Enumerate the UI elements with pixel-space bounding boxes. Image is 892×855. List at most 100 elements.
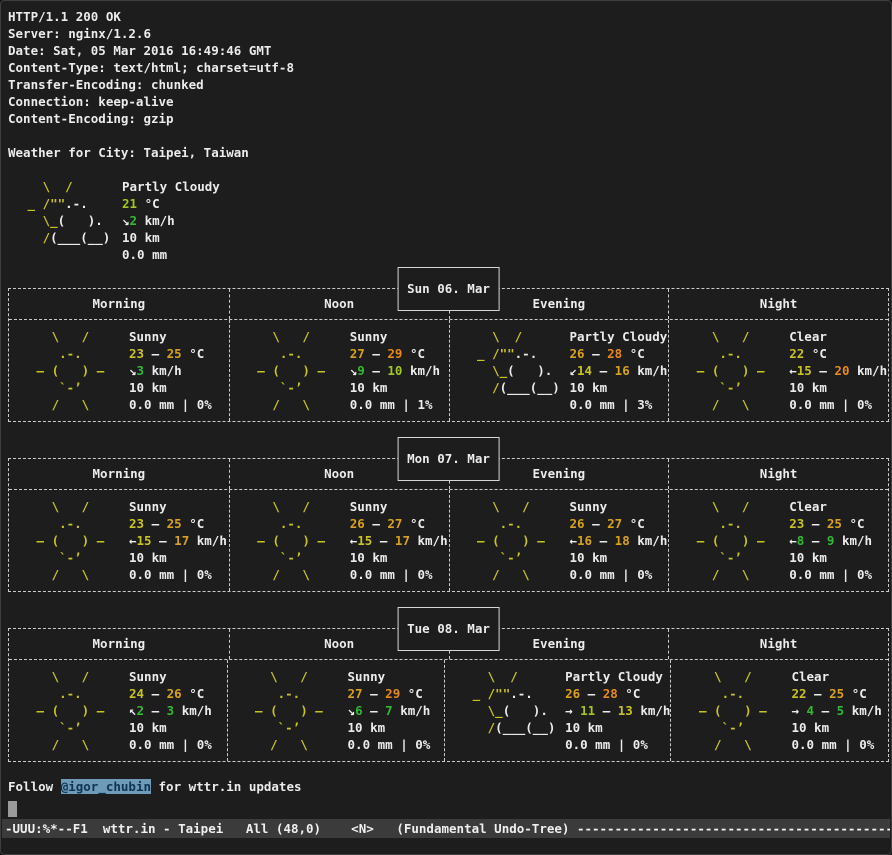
reading-line: Clear [791,668,881,685]
date-tab: Tue 08. Mar [397,607,500,651]
reading-line: Sunny [129,668,212,685]
reading-line: 22 – 25 °C [791,685,881,702]
forecast-cell: \ / _ /"".-. \_( ). /(___(__) Partly Clo… [444,660,670,761]
reading-line: Sunny [348,668,431,685]
reading-line: 0.0 mm | 0% [350,566,448,583]
reading-line: 10 km [129,549,227,566]
sunny-icon: \ / .-. ― ( ) ― `-’ / \ [689,498,781,583]
reading-line: 0.0 mm | 0% [570,566,668,583]
cursor-line [8,801,891,818]
reading-line: 10 km [350,549,448,566]
reading-line: 26 – 28 °C [570,345,668,362]
reading-line: ↖2 – 3 km/h [129,702,212,719]
reading-line: Partly Cloudy [570,328,668,345]
date-tab-label: Mon 07. Mar [407,451,490,466]
forecast-cell: \ / .-. ― ( ) ― `-’ / \ Clear22 °C←15 – … [668,320,888,421]
reading-line: Sunny [350,498,448,515]
reading-line: Partly Cloudy [122,178,220,195]
reading-line: 0.0 mm | 0% [565,736,670,753]
forecast-cell: \ / .-. ― ( ) ― `-’ / \ Sunny27 – 29 °C↘… [227,660,445,761]
period-header-morning: Morning [9,629,229,659]
reading-line: ←15 – 17 km/h [350,532,448,549]
reading-line: 10 km [570,549,668,566]
cell-readings: Clear22 – 25 °C→ 4 – 5 km/h10 km0.0 mm |… [791,668,881,753]
location-line: Weather for City: Taipei, Taiwan [8,144,891,161]
reading-line: Sunny [129,498,227,515]
reading-line: 10 km [129,379,212,396]
reading-line: 0.0 mm | 0% [129,736,212,753]
sunny-icon: \ / .-. ― ( ) ― `-’ / \ [29,668,121,753]
reading-line: 10 km [791,719,881,736]
forecast-cell: \ / .-. ― ( ) ― `-’ / \ Clear22 – 25 °C→… [670,660,888,761]
sunny-icon: \ / .-. ― ( ) ― `-’ / \ [250,498,342,583]
forecast-days: Sun 06. Mar MorningNoonEveningNight \ / … [8,288,891,762]
partly-cloudy-icon: \ / _ /"".-. \_( ). /(___(__) [465,668,557,753]
cell-readings: Clear23 – 25 °C←8 – 9 km/h10 km0.0 mm | … [789,498,872,583]
reading-line: → 11 – 13 km/h [565,702,670,719]
period-header-night: Night [668,289,888,319]
reading-line: 24 – 26 °C [129,685,212,702]
reading-line: ↘6 – 7 km/h [348,702,431,719]
partly-cloudy-icon: \ / _ /"".-. \_( ). /(___(__) [470,328,562,413]
reading-line: 10 km [348,719,431,736]
reading-line: 27 – 29 °C [350,345,440,362]
reading-line: 10 km [129,719,212,736]
twitter-handle-link[interactable]: @igor_chubin [61,779,151,794]
day-section: Mon 07. Mar MorningNoonEveningNight \ / … [8,458,889,592]
cell-readings: Sunny27 – 29 °C↘6 – 7 km/h10 km0.0 mm | … [348,668,431,753]
period-body-row: \ / .-. ― ( ) ― `-’ / \ Sunny24 – 26 °C↖… [9,660,888,761]
sunny-icon: \ / .-. ― ( ) ― `-’ / \ [691,668,783,753]
reading-line: ↘9 – 10 km/h [350,362,440,379]
sunny-icon: \ / .-. ― ( ) ― `-’ / \ [29,328,121,413]
http-response-headers: HTTP/1.1 200 OK Server: nginx/1.2.6 Date… [8,8,891,127]
reading-line: ←16 – 18 km/h [570,532,668,549]
period-body-row: \ / .-. ― ( ) ― `-’ / \ Sunny 23 – 25 °C ↘… [9,320,888,421]
partly-cloudy-icon: \ / _ /"".-. \_( ). /(___(__) [20,178,112,263]
reading-line: Sunny [350,328,440,345]
reading-line: 0.0 mm | 0% [789,566,872,583]
reading-line: 0.0 mm | 0% [789,396,887,413]
reading-line: 26 – 28 °C [565,685,670,702]
forecast-cell: \ / .-. ― ( ) ― `-’ / \ Sunny26 – 27 °C←… [449,490,669,591]
forecast-cell: \ / .-. ― ( ) ― `-’ / \ Sunny26 – 27 °C←… [229,490,449,591]
reading-line: 0.0 mm | 0% [791,736,881,753]
reading-line: 10 km [122,229,220,246]
sunny-icon: \ / .-. ― ( ) ― `-’ / \ [248,668,340,753]
cell-readings: Partly Cloudy26 – 28 °C↙14 – 16 km/h10 k… [570,328,668,413]
reading-line: 0.0 mm [122,246,220,263]
reading-line: 26 – 27 °C [350,515,448,532]
reading-line: 22 °C [789,345,887,362]
sunny-icon: \ / .-. ― ( ) ― `-’ / \ [29,498,121,583]
current-readings: Partly Cloudy21 °C↘2 km/h10 km0.0 mm [122,178,220,263]
reading-line: 26 – 27 °C [570,515,668,532]
period-header-morning: Morning [9,289,229,319]
sunny-icon: \ / .-. ― ( ) ― `-’ / \ [470,498,562,583]
reading-line: 0.0 mm | 1% [350,396,440,413]
reading-line: ←15 – 17 km/h [129,532,227,549]
terminal-cursor[interactable] [8,801,17,817]
cell-readings: Sunny26 – 27 °C←16 – 18 km/h10 km0.0 mm … [570,498,668,583]
date-tab: Mon 07. Mar [397,437,500,481]
reading-line: Clear [789,328,887,345]
reading-line: 27 – 29 °C [348,685,431,702]
reading-line: 0.0 mm | 3% [570,396,668,413]
reading-line: Sunny [570,498,668,515]
cell-readings: Sunny26 – 27 °C←15 – 17 km/h10 km0.0 mm … [350,498,448,583]
date-tab: Sun 06. Mar [397,267,500,311]
reading-line: 0.0 mm | 0% [129,566,227,583]
reading-line: Clear [789,498,872,515]
cell-readings: Partly Cloudy26 – 28 °C→ 11 – 13 km/h10 … [565,668,670,753]
current-conditions: \ / _ /"".-. \_( ). /(___(__) Partly Clo… [8,178,891,263]
reading-line: ↙14 – 16 km/h [570,362,668,379]
reading-line: 0.0 mm | 0% [129,396,212,413]
forecast-cell: \ / .-. ― ( ) ― `-’ / \ Sunny23 – 25 °C←… [9,490,229,591]
follow-prefix: Follow [8,779,61,794]
cell-readings: Sunny23 – 25 °C←15 – 17 km/h10 km0.0 mm … [129,498,227,583]
reading-line: 21 °C [122,195,220,212]
reading-line: ↘2 km/h [122,212,220,229]
follow-suffix: for wttr.in updates [151,779,302,794]
cell-readings: Sunny24 – 26 °C↖2 – 3 km/h10 km0.0 mm | … [129,668,212,753]
reading-line: 23 – 25 °C [129,345,212,362]
forecast-cell: \ / .-. ― ( ) ― `-’ / \ Clear23 – 25 °C←… [668,490,888,591]
period-body-row: \ / .-. ― ( ) ― `-’ / \ Sunny23 – 25 °C←… [9,490,888,591]
